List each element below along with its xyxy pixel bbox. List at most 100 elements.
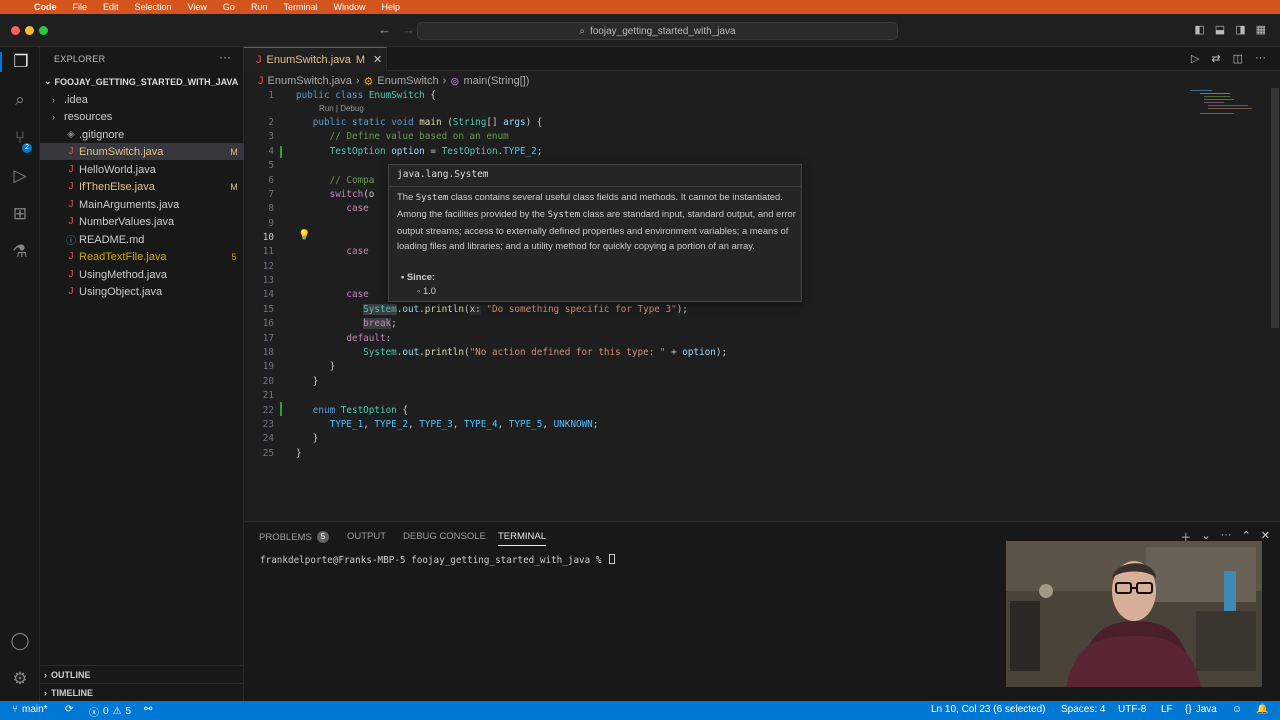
tab-output[interactable]: OUTPUT <box>347 531 386 542</box>
menu-go[interactable]: Go <box>223 2 235 12</box>
chevron-right-icon: › <box>355 75 360 87</box>
editor-actions: ▷ ⇄ ◫ ··· <box>1191 52 1266 65</box>
line-number: 25 <box>262 448 274 459</box>
minimap[interactable] <box>1190 88 1260 118</box>
language-status[interactable]: {} Java <box>1185 704 1217 715</box>
split-editor-icon[interactable]: ◫ <box>1233 52 1243 65</box>
menu-terminal[interactable]: Terminal <box>283 2 317 12</box>
indentation-status[interactable]: Spaces: 4 <box>1061 704 1105 715</box>
command-center-search[interactable]: ⌕ foojay_getting_started_with_java <box>417 22 898 40</box>
breadcrumb-class[interactable]: EnumSwitch <box>377 75 438 87</box>
breadcrumb-file[interactable]: EnumSwitch.java <box>268 75 352 87</box>
terminal-prompt: frankdelporte@Franks-MBP-5 foojay_gettin… <box>260 555 608 566</box>
toggle-secondary-sidebar-icon[interactable]: ◨ <box>1235 23 1245 36</box>
java-file-icon: J <box>68 216 74 227</box>
menu-file[interactable]: File <box>73 2 88 12</box>
menu-selection[interactable]: Selection <box>135 2 172 12</box>
tab-problems[interactable]: PROBLEMS 5 <box>259 531 330 543</box>
hover-since-value: ◦ 1.0 <box>417 285 436 296</box>
terminal-output[interactable]: frankdelporte@Franks-MBP-5 foojay_gettin… <box>260 554 616 566</box>
source-control-icon[interactable]: ⑂ <box>0 128 40 148</box>
extensions-icon[interactable]: ⊞ <box>0 204 40 224</box>
code-line-16: break; <box>363 318 397 329</box>
menu-help[interactable]: Help <box>381 2 400 12</box>
run-java-icon[interactable]: ▷ <box>1191 52 1199 65</box>
codelens-run-debug[interactable]: Run | Debug <box>319 104 364 113</box>
braces-icon: {} <box>1185 704 1192 715</box>
toggle-primary-sidebar-icon[interactable]: ◧ <box>1194 23 1204 36</box>
tree-item-readme[interactable]: ⓘ README.md <box>40 231 244 248</box>
tab-label: PROBLEMS <box>259 531 312 543</box>
close-icon[interactable]: ✕ <box>1261 529 1270 545</box>
files-icon[interactable]: ❐ <box>0 52 40 72</box>
line-number: 7 <box>268 189 274 200</box>
problems-status[interactable]: ⓧ 0 ⚠ 5 <box>89 704 131 719</box>
tree-item-gitignore[interactable]: ◈ .gitignore <box>40 126 244 143</box>
encoding-status[interactable]: UTF-8 <box>1118 704 1146 715</box>
code-line-14: case <box>346 289 369 300</box>
lightbulb-icon[interactable]: 💡 <box>298 230 310 241</box>
search-icon[interactable]: ⌕ <box>0 90 40 110</box>
explorer-title: EXPLORER <box>54 54 106 64</box>
tab-debug-console[interactable]: DEBUG CONSOLE <box>403 531 486 542</box>
tree-item-idea[interactable]: › .idea <box>40 91 244 108</box>
tree-item-helloworld[interactable]: J HelloWorld.java <box>40 161 244 178</box>
testing-icon[interactable]: ⚗ <box>0 242 40 262</box>
cursor-position[interactable]: Ln 10, Col 23 (6 selected) <box>931 704 1046 715</box>
code-line-25: } <box>296 448 302 459</box>
menu-run[interactable]: Run <box>251 2 268 12</box>
editor-tabs-bar: J EnumSwitch.java M ✕ ▷ ⇄ ◫ ··· <box>244 47 1280 71</box>
line-number: 19 <box>262 361 274 372</box>
more-actions-icon[interactable]: ··· <box>219 50 231 64</box>
tree-item-resources[interactable]: › resources <box>40 108 244 125</box>
account-icon[interactable]: ◯ <box>0 631 40 651</box>
timeline-section-header[interactable]: › TIMELINE <box>40 683 244 701</box>
sync-icon[interactable]: ⟳ <box>65 704 73 715</box>
minimize-window-button[interactable] <box>25 26 34 35</box>
status-bar: ⑂ main* ⟳ ⓧ 0 ⚠ 5 ⚯ Ln 10, Col 23 (6 sel… <box>0 701 1280 720</box>
tree-item-label: resources <box>64 110 113 123</box>
notifications-bell-icon[interactable]: 🔔 <box>1256 704 1268 715</box>
project-folder-header[interactable]: ⌄ FOOJAY_GETTING_STARTED_WITH_JAVA <box>40 73 244 90</box>
close-icon[interactable]: ✕ <box>373 53 382 66</box>
menu-app-name[interactable]: Code <box>34 2 57 12</box>
tree-item-readtextfile[interactable]: J ReadTextFile.java 5 <box>40 248 244 265</box>
breadcrumb-method[interactable]: main(String[]) <box>463 75 529 87</box>
close-window-button[interactable] <box>11 26 20 35</box>
tree-item-usingmethod[interactable]: J UsingMethod.java <box>40 266 244 283</box>
code-line-22: enum TestOption { <box>312 405 408 416</box>
feedback-icon[interactable]: ☺ <box>1232 704 1242 715</box>
git-added-marker <box>280 146 282 158</box>
tab-terminal[interactable]: TERMINAL <box>498 531 547 546</box>
tree-item-numbervalues[interactable]: J NumberValues.java <box>40 213 244 230</box>
branch-status[interactable]: ⑂ main* <box>12 704 48 715</box>
tab-enumswitch[interactable]: J EnumSwitch.java M ✕ <box>244 47 387 71</box>
back-arrow-icon[interactable]: ← <box>378 22 391 37</box>
code-line-24: } <box>296 433 319 444</box>
java-file-icon: J <box>68 164 74 175</box>
settings-gear-icon[interactable]: ⚙ <box>0 669 40 689</box>
vertical-scrollbar[interactable] <box>1271 88 1279 328</box>
chevron-right-icon: › <box>442 75 447 87</box>
tree-item-mainarguments[interactable]: J MainArguments.java <box>40 196 244 213</box>
tree-item-enumswitch[interactable]: J EnumSwitch.java M <box>40 143 244 160</box>
menu-edit[interactable]: Edit <box>103 2 119 12</box>
line-number: 22 <box>262 405 274 416</box>
menu-view[interactable]: View <box>188 2 207 12</box>
zoom-window-button[interactable] <box>39 26 48 35</box>
tree-item-ifthenelse[interactable]: J IfThenElse.java M <box>40 178 244 195</box>
outline-section-header[interactable]: › OUTLINE <box>40 665 244 683</box>
tree-item-label: README.md <box>79 233 145 246</box>
open-changes-icon[interactable]: ⇄ <box>1211 52 1220 65</box>
gitignore-file-icon: ◈ <box>67 129 75 140</box>
eol-status[interactable]: LF <box>1161 704 1173 715</box>
menu-window[interactable]: Window <box>333 2 365 12</box>
toggle-panel-icon[interactable]: ⬓ <box>1215 23 1225 36</box>
run-debug-icon[interactable]: ▷ <box>0 166 40 186</box>
forward-arrow-icon[interactable]: → <box>402 22 415 37</box>
customize-layout-icon[interactable]: ▦ <box>1256 23 1266 36</box>
tree-item-usingobject[interactable]: J UsingObject.java <box>40 283 244 300</box>
ports-icon[interactable]: ⚯ <box>144 704 152 715</box>
more-actions-icon[interactable]: ··· <box>1255 52 1266 65</box>
code-editor[interactable]: 1 public class EnumSwitch { Run | Debug … <box>244 88 1280 520</box>
